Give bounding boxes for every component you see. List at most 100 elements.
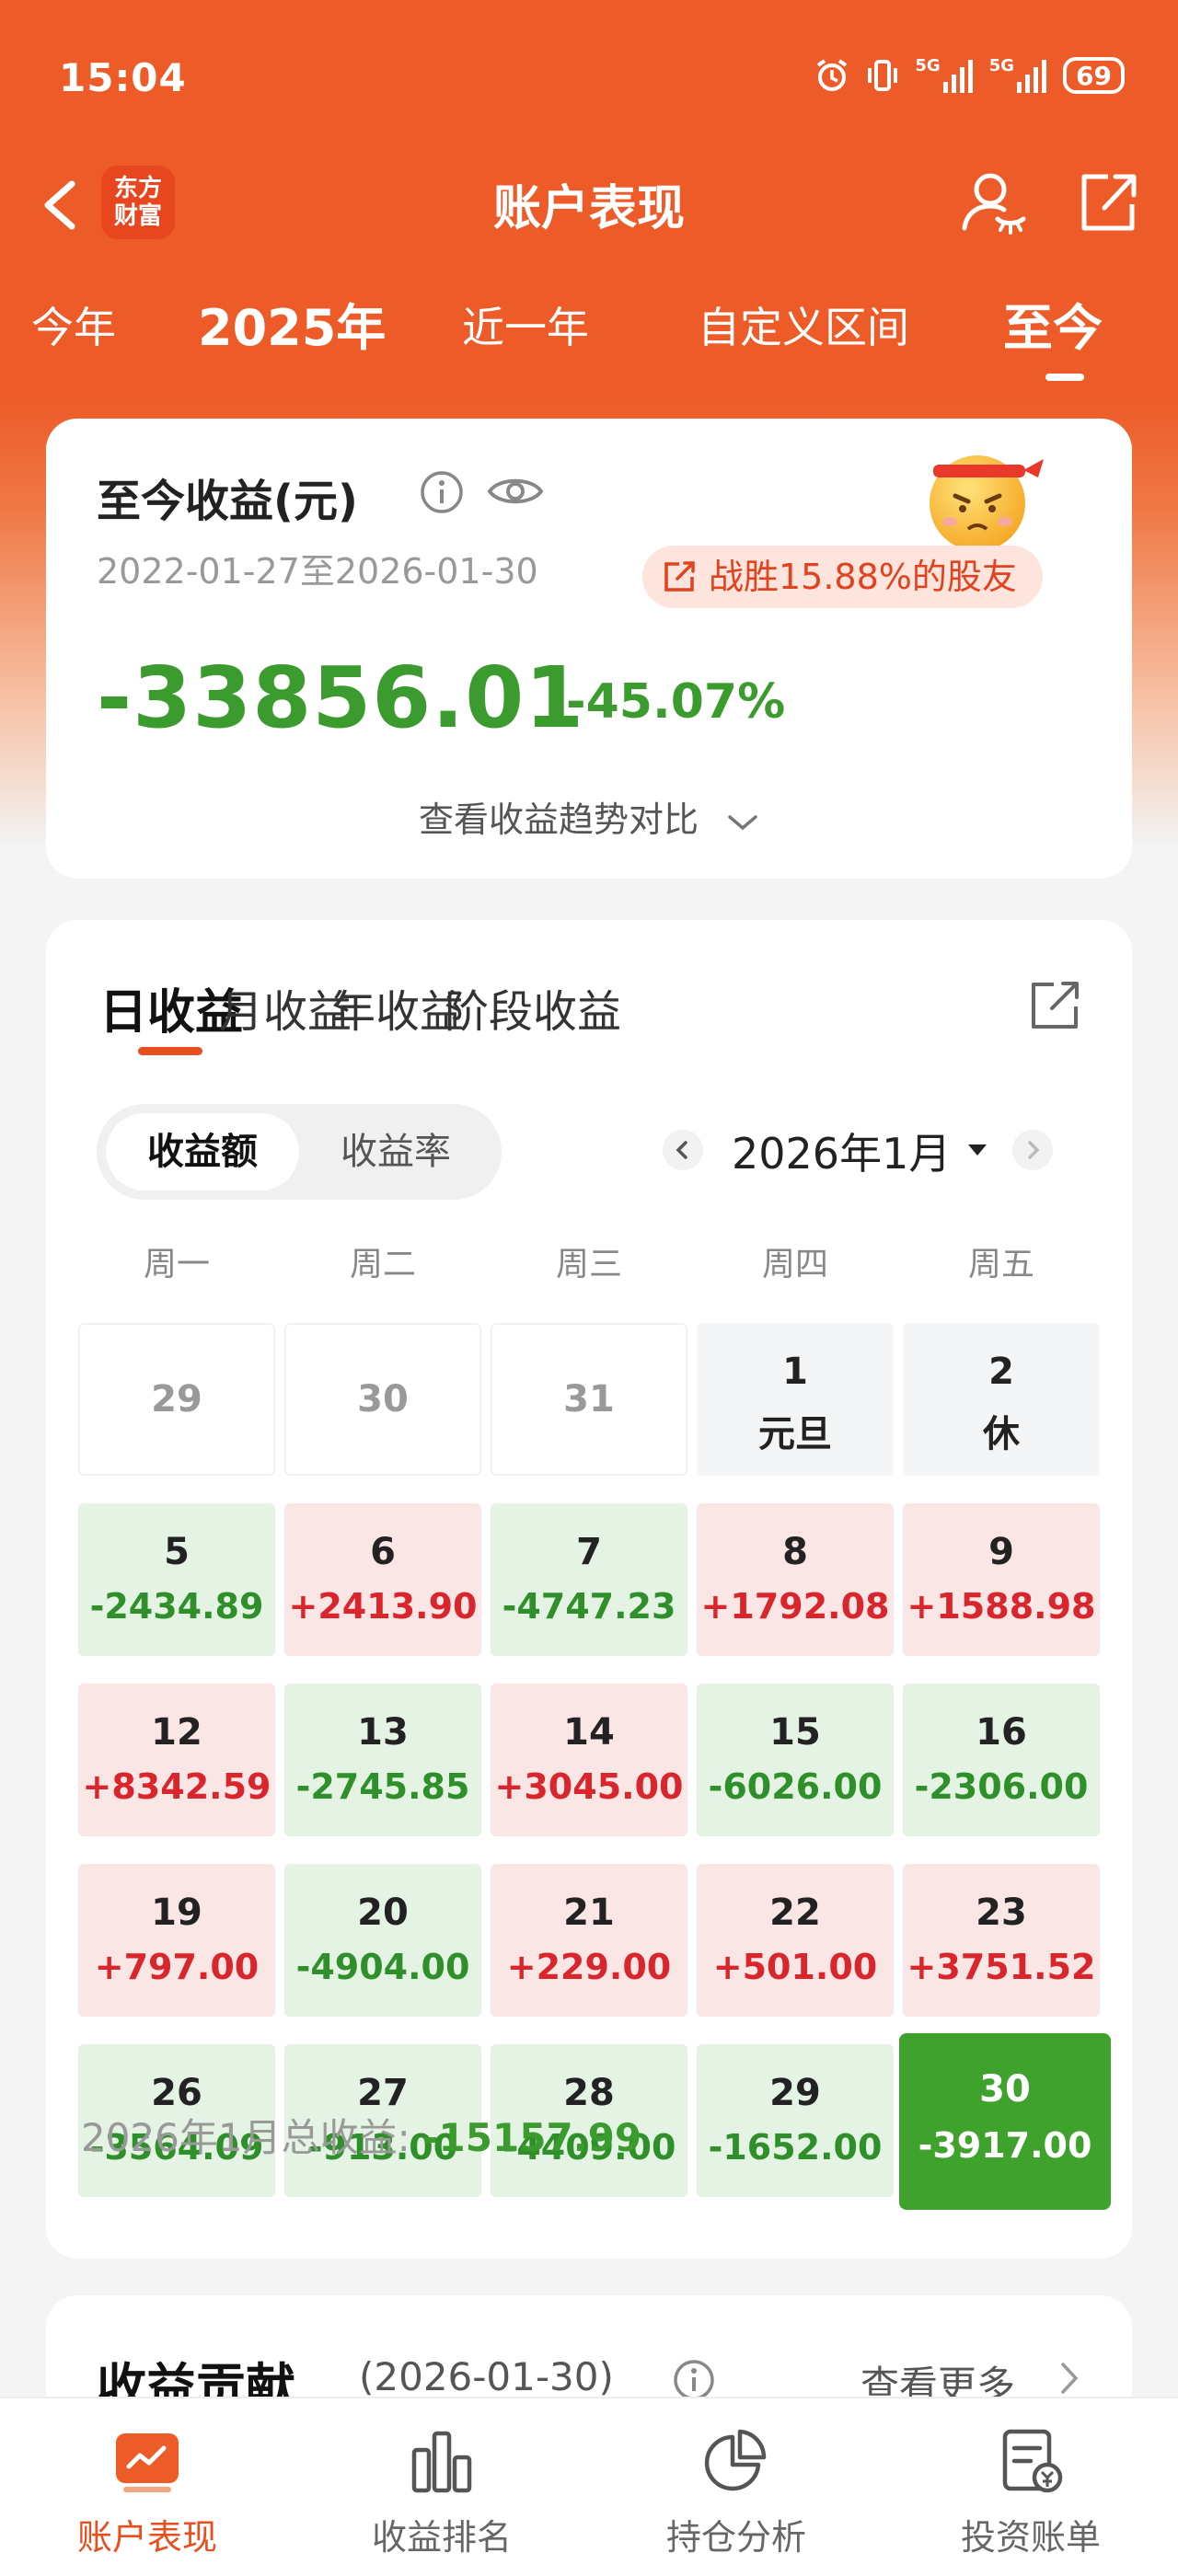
nav-account-performance[interactable]: 账户表现 [0, 2398, 294, 2576]
day-profit-value: +1792.08 [700, 1586, 890, 1627]
metric-toggle: 收益额 收益率 [97, 1104, 502, 1200]
nav-profit-ranking[interactable]: 收益排名 [294, 2398, 589, 2576]
day-number: 29 [151, 1378, 202, 1420]
next-month-button[interactable] [1012, 1130, 1053, 1170]
day-number: 12 [151, 1711, 202, 1754]
eye-icon[interactable] [486, 470, 545, 512]
day-profit-value: -4747.23 [502, 1586, 676, 1627]
calendar-day-cell[interactable]: 6 +2413.90 [284, 1503, 481, 1656]
share-icon [1032, 982, 1079, 1029]
calendar-day-cell[interactable]: 31 [491, 1323, 687, 1476]
calendar-day-cell[interactable]: 20 -4904.00 [284, 1864, 481, 2017]
calendar-day-cell[interactable]: 13 -2745.85 [284, 1684, 481, 1836]
nav-investment-bill[interactable]: 投资账单 [884, 2398, 1178, 2576]
day-number: 30 [357, 1378, 409, 1420]
nav-holding-analysis[interactable]: 持仓分析 [589, 2398, 884, 2576]
calendar-day-cell[interactable]: 21 +229.00 [491, 1864, 687, 2017]
calendar-day-cell[interactable]: 9 +1588.98 [903, 1503, 1100, 1656]
day-profit-value: -1652.00 [708, 2127, 883, 2168]
navbar: 东方 财富 账户表现 [0, 156, 1178, 248]
day-number: 23 [976, 1892, 1027, 1934]
calendar-day-cell[interactable]: 30 [284, 1323, 481, 1476]
mascot-icon [920, 437, 1049, 557]
day-profit-value: +501.00 [712, 1947, 878, 1987]
day-number: 5 [164, 1531, 190, 1573]
total-profit-percent: -45.07% [566, 674, 786, 730]
nav-label: 账户表现 [76, 2517, 217, 2558]
day-number: 15 [769, 1711, 821, 1754]
tab-this-year[interactable]: 今年 [31, 294, 116, 355]
day-number: 31 [563, 1378, 615, 1420]
tab-active-indicator [1045, 374, 1084, 381]
day-profit-value: +8342.59 [82, 1766, 271, 1807]
info-icon[interactable] [419, 469, 465, 515]
toggle-amount[interactable]: 收益额 [106, 1113, 299, 1190]
alarm-icon [814, 57, 850, 94]
calendar-day-cell[interactable]: 1 元旦 [697, 1323, 894, 1476]
trend-compare-label: 查看收益趋势对比 [418, 799, 699, 840]
calendar-day-cell[interactable]: 29 [78, 1323, 275, 1476]
tab-stage-profit[interactable]: 阶段收益 [445, 975, 621, 1040]
status-bar: 15:04 5G 5G 69 [0, 0, 1178, 156]
caret-down-icon[interactable] [966, 1143, 988, 1157]
chevron-right-icon[interactable] [1058, 2360, 1080, 2397]
total-profit-amount: -33856.01 [97, 649, 585, 747]
bottom-nav: 账户表现 收益排名 持仓分析 投资账单 [0, 2397, 1178, 2576]
calendar-day-cell[interactable]: 30 -3917.00 [899, 2033, 1111, 2210]
day-number: 2 [988, 1351, 1014, 1393]
calendar-day-cell[interactable]: 22 +501.00 [697, 1864, 894, 2017]
prev-month-button[interactable] [663, 1130, 703, 1170]
calendar-day-cell[interactable]: 15 -6026.00 [697, 1684, 894, 1836]
nav-label: 持仓分析 [665, 2517, 806, 2558]
vibrate-icon [867, 57, 898, 94]
bill-icon [1002, 2429, 1063, 2493]
toggle-rate[interactable]: 收益率 [299, 1113, 492, 1190]
month-total-value: -15157.99 [422, 2115, 642, 2160]
tab-last-year[interactable]: 近一年 [462, 294, 589, 355]
calendar-day-cell[interactable]: 14 +3045.00 [491, 1684, 687, 1836]
tab-2025[interactable]: 2025年 [198, 287, 386, 360]
chevron-left-icon [676, 1141, 687, 1159]
weekday-header: 周一 周二 周三 周四 周五 [78, 1237, 1100, 1293]
bar-chart-icon [411, 2431, 472, 2493]
tab-custom-range[interactable]: 自定义区间 [698, 294, 909, 355]
weekday-label: 周四 [761, 1246, 828, 1283]
calendar-share-button[interactable] [1026, 977, 1083, 1034]
weekday-label: 周三 [555, 1246, 622, 1283]
trend-compare-link[interactable]: 查看收益趋势对比 [46, 791, 1132, 842]
calendar-day-cell[interactable]: 19 +797.00 [78, 1864, 275, 2017]
day-number: 20 [357, 1892, 409, 1934]
share-small-icon [664, 561, 695, 592]
day-profit-value: +2413.90 [288, 1586, 478, 1627]
beat-badge[interactable]: 战胜15.88%的股友 [642, 546, 1043, 608]
month-selector[interactable]: 2026年1月 [732, 1121, 951, 1181]
day-number: 30 [979, 2068, 1031, 2110]
user-eye-icon [962, 173, 1026, 235]
summary-title: 至今收益(元) [97, 476, 358, 527]
calendar-day-cell[interactable]: 12 +8342.59 [78, 1684, 275, 1836]
calendar-day-cell[interactable]: 16 -2306.00 [903, 1684, 1100, 1836]
day-number: 29 [769, 2072, 821, 2114]
share-button[interactable] [1071, 166, 1145, 239]
day-profit-value: +797.00 [94, 1947, 260, 1987]
calendar-day-cell[interactable]: 5 -2434.89 [78, 1503, 275, 1656]
calendar-day-cell[interactable]: 7 -4747.23 [491, 1503, 687, 1656]
day-number: 6 [370, 1531, 396, 1573]
calendar-day-cell[interactable]: 2休 [903, 1323, 1100, 1476]
calendar-day-cell[interactable]: 8 +1792.08 [697, 1503, 894, 1656]
day-profit-value: +3751.52 [907, 1947, 1096, 1987]
day-number: 13 [357, 1711, 409, 1754]
calendar-day-cell[interactable]: 29 -1652.00 [697, 2044, 894, 2197]
user-privacy-button[interactable] [957, 166, 1031, 239]
info-icon[interactable] [672, 2358, 716, 2402]
tab-to-date[interactable]: 至今 [1003, 287, 1103, 360]
day-profit-value: +229.00 [506, 1947, 672, 1987]
day-number: 8 [782, 1531, 808, 1573]
profit-tab-indicator [138, 1047, 202, 1055]
calendar-day-cell[interactable]: 23 +3751.52 [903, 1864, 1100, 2017]
day-number: 22 [769, 1892, 821, 1934]
chevron-down-icon [728, 814, 757, 830]
day-profit-value: -2306.00 [914, 1766, 1089, 1807]
status-time: 15:04 [59, 55, 187, 100]
day-number: 21 [563, 1892, 615, 1934]
